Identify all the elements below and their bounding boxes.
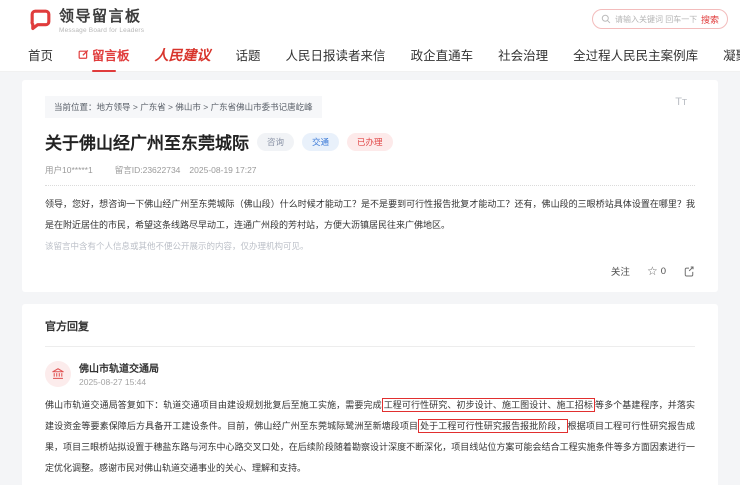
nav-item-peoples-daily-readers-letters[interactable]: 人民日报读者来信 [286, 45, 386, 64]
nav-item-social-governance[interactable]: 社会治理 [498, 45, 548, 64]
main-navigation: 首页 留言板 人民建议 话题 人民日报读者来信 政企直通车 社会治理 全过程人民民主案例库 凝聚… [0, 38, 740, 72]
official-reply-card: 官方回复 佛山市轨道交通局 2025-08-27 15:44 佛山市轨道交通局答… [22, 304, 718, 485]
reply-text-segment: 佛山市轨道交通局答复如下：轨道交通项目由建设规划批复后至施工实施，需要完成 [45, 400, 382, 410]
nav-item-message-board[interactable]: 留言板 [78, 45, 130, 64]
nav-item-people-suggestion[interactable]: 人民建议 [155, 45, 211, 65]
message-actions: 关注 ☆ 0 [45, 264, 695, 278]
nav-item-label: 社会治理 [498, 45, 548, 64]
nav-item-label: 首页 [28, 45, 53, 64]
nav-item-label: 全过程人民民主案例库 [573, 45, 698, 64]
site-title: 领导留言板 [59, 5, 144, 26]
official-reply-heading: 官方回复 [45, 318, 695, 334]
red-highlight-box: 工程可行性研究、初步设计、施工图设计、施工招标 [382, 398, 595, 412]
top-header: 领导留言板 Message Board for Leaders 搜索 [0, 0, 740, 38]
reply-timestamp: 2025-08-27 15:44 [79, 377, 159, 387]
site-logo[interactable]: 领导留言板 Message Board for Leaders [28, 5, 144, 34]
follow-button[interactable]: 关注 [611, 264, 630, 278]
nav-item-gov-enterprise-express[interactable]: 政企直通车 [411, 45, 474, 64]
share-icon [683, 265, 695, 277]
reply-divider [45, 346, 695, 347]
reply-header: 佛山市轨道交通局 2025-08-27 15:44 [45, 360, 695, 387]
nav-item-label: 政企直通车 [411, 45, 474, 64]
nav-item-topics[interactable]: 话题 [236, 45, 261, 64]
message-card: 当前位置：地方领导 > 广东省 > 佛山市 > 广东省佛山市委书记唐屹峰 Tт … [22, 80, 718, 292]
message-title: 关于佛山经广州至东莞城际 [45, 129, 249, 154]
agency-name: 佛山市轨道交通局 [79, 360, 159, 375]
message-timestamp: 2025-08-19 17:27 [189, 165, 256, 175]
site-subtitle: Message Board for Leaders [59, 27, 144, 34]
edit-icon [78, 49, 89, 60]
star-count: 0 [661, 266, 666, 277]
message-tag-0: 咨询 [257, 133, 294, 151]
nav-item-label: 人民日报读者来信 [286, 45, 386, 64]
message-body: 领导，您好，想咨询一下佛山经广州至东莞城际（佛山段）什么时候才能动工？是不是要到… [45, 194, 695, 236]
dotted-divider [45, 185, 695, 186]
red-highlight-box: 处于工程可行性研究报告报批阶段， [418, 419, 568, 433]
message-id: 留言ID:23622734 [115, 164, 181, 176]
nav-item-label: 凝聚服务群众 [723, 45, 740, 64]
message-tag-2: 已办理 [347, 133, 393, 151]
message-tags: 咨询交通已办理 [257, 133, 393, 151]
nav-item-whole-process-democracy-cases[interactable]: 全过程人民民主案例库 [573, 45, 698, 64]
nav-item-label: 留言板 [92, 45, 130, 64]
search-box[interactable]: 搜索 [592, 9, 728, 29]
government-building-icon [51, 367, 65, 381]
breadcrumb[interactable]: 当前位置：地方领导 > 广东省 > 佛山市 > 广东省佛山市委书记唐屹峰 [45, 96, 322, 118]
nav-item-home[interactable]: 首页 [28, 45, 53, 64]
star-icon: ☆ [647, 265, 658, 277]
reply-body: 佛山市轨道交通局答复如下：轨道交通项目由建设规划批复后至施工实施，需要完成工程可… [45, 395, 695, 479]
page-content: 当前位置：地方领导 > 广东省 > 佛山市 > 广东省佛山市委书记唐屹峰 Tт … [0, 72, 740, 485]
privacy-disclaimer: 该留言中含有个人信息或其他不便公开展示的内容，仅办理机构可见。 [45, 240, 695, 252]
font-size-toggle-icon[interactable]: Tт [675, 96, 687, 108]
search-button[interactable]: 搜索 [701, 13, 719, 26]
agency-avatar [45, 361, 71, 387]
message-tag-1: 交通 [302, 133, 339, 151]
nav-item-label: 话题 [236, 45, 261, 64]
star-button[interactable]: ☆ 0 [647, 265, 666, 277]
search-icon [601, 14, 611, 24]
nav-item-label: 人民建议 [155, 45, 211, 65]
share-button[interactable] [683, 265, 695, 277]
message-meta: 用户10*****1 留言ID:23622734 2025-08-19 17:2… [45, 164, 695, 176]
message-user: 用户10*****1 [45, 164, 93, 176]
nav-item-unite-serve-masses[interactable]: 凝聚服务群众 [723, 45, 740, 64]
search-input[interactable] [615, 15, 697, 24]
logo-speech-bubble-icon [28, 7, 53, 32]
